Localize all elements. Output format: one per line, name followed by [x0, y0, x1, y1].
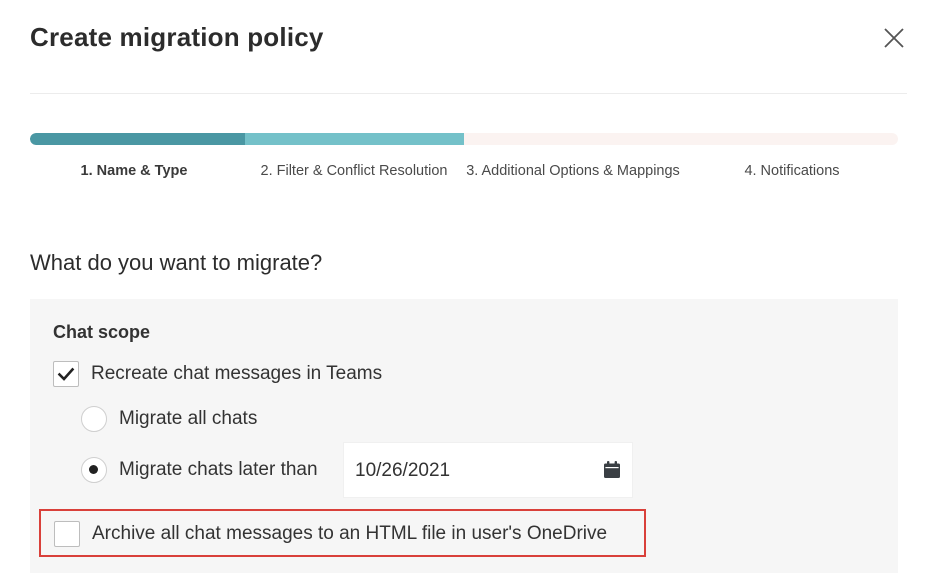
migrate-all-chats-label: Migrate all chats: [119, 408, 258, 429]
step-filter-conflict[interactable]: 2. Filter & Conflict Resolution: [245, 161, 463, 182]
calendar-icon[interactable]: [602, 460, 622, 480]
dialog-title: Create migration policy: [30, 22, 324, 52]
recreate-chat-label: Recreate chat messages in Teams: [91, 363, 383, 384]
checkmark-icon: [57, 367, 75, 381]
radio-selected-dot: [89, 465, 98, 474]
migrate-all-chats-radio[interactable]: [81, 406, 107, 432]
migrate-chats-later-label: Migrate chats later than: [119, 459, 318, 480]
step-name-type[interactable]: 1. Name & Type: [25, 161, 243, 182]
migrate-chats-later-radio[interactable]: [81, 457, 107, 483]
close-icon[interactable]: [880, 24, 908, 52]
progress-stepper: [30, 133, 898, 145]
archive-option-highlight: Archive all chat messages to an HTML fil…: [39, 509, 646, 557]
header-divider: [30, 93, 907, 94]
step-additional-options[interactable]: 3. Additional Options & Mappings: [464, 161, 682, 182]
chat-scope-panel: Chat scope Recreate chat messages in Tea…: [30, 299, 898, 573]
recreate-chat-checkbox[interactable]: [53, 361, 79, 387]
archive-chat-checkbox[interactable]: [54, 521, 80, 547]
create-migration-policy-dialog: Create migration policy 1. Name & Type 2…: [0, 0, 929, 573]
step-notifications[interactable]: 4. Notifications: [683, 161, 901, 182]
archive-chat-label: Archive all chat messages to an HTML fil…: [92, 523, 608, 544]
section-heading: What do you want to migrate?: [30, 250, 323, 275]
date-value: 10/26/2021: [355, 460, 451, 481]
date-picker-field[interactable]: 10/26/2021: [343, 442, 633, 498]
chat-scope-title: Chat scope: [53, 322, 151, 342]
stepper-segment-completed: [30, 133, 245, 145]
stepper-segment-current: [245, 133, 464, 145]
